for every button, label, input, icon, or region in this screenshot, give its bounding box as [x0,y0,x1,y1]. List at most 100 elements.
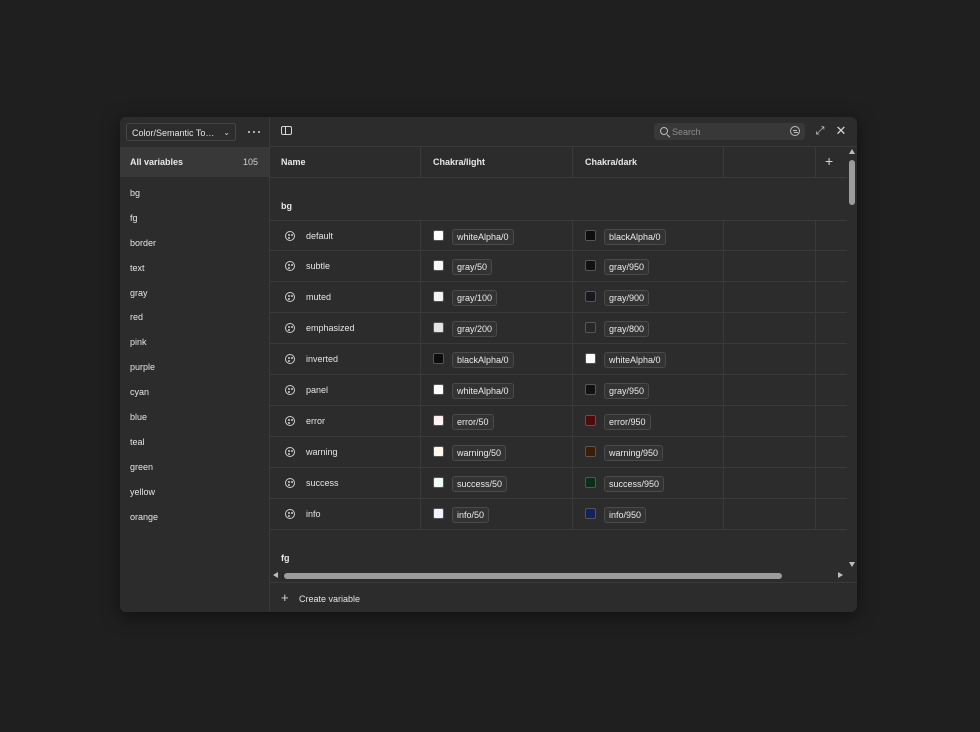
table-row[interactable]: inverted blackAlpha/0 whiteAlpha/0 [269,344,847,375]
sidebar-item-orange[interactable]: orange [120,505,269,530]
alias-chip[interactable]: success/950 [604,476,665,492]
alias-chip[interactable]: whiteAlpha/0 [452,383,514,399]
alias-chip[interactable]: gray/950 [604,259,650,275]
table-row[interactable]: warning warning/50 warning/950 [269,437,847,468]
alias-chip[interactable]: gray/100 [452,290,498,306]
cell-light-value[interactable]: whiteAlpha/0 [421,375,573,405]
more-options-icon[interactable] [246,124,262,140]
variable-name: warning [306,447,338,457]
cell-dark-value[interactable]: error/950 [573,406,724,436]
alias-chip[interactable]: whiteAlpha/0 [604,352,666,368]
cell-dark-value[interactable]: gray/950 [573,251,724,281]
sidebar-item-gray[interactable]: gray [120,281,269,306]
table-row[interactable]: info info/50 info/950 [269,499,847,530]
scroll-up-arrow-icon[interactable] [849,149,855,154]
table-row[interactable]: muted gray/100 gray/900 [269,282,847,313]
alias-chip[interactable]: gray/200 [452,321,498,337]
cell-dark-value[interactable]: warning/950 [573,437,724,467]
cell-empty [724,406,816,436]
sidebar-item-pink[interactable]: pink [120,330,269,355]
cell-name[interactable]: warning [269,437,421,467]
add-mode-icon[interactable]: + [825,154,837,168]
alias-chip[interactable]: whiteAlpha/0 [452,229,514,245]
cell-light-value[interactable]: error/50 [421,406,573,436]
table-row[interactable]: subtle gray/50 gray/950 [269,251,847,282]
sidebar-item-blue[interactable]: blue [120,405,269,430]
alias-chip[interactable]: gray/800 [604,321,650,337]
scroll-right-arrow-icon[interactable] [838,572,843,578]
cell-light-value[interactable]: gray/200 [421,313,573,343]
sidebar-item-border[interactable]: border [120,231,269,256]
expand-icon[interactable]: ⤢ [814,125,826,137]
alias-chip[interactable]: warning/950 [604,445,664,461]
close-icon[interactable]: ✕ [835,124,847,137]
sidebar-item-fg[interactable]: fg [120,206,269,231]
sidebar-item-red[interactable]: red [120,305,269,330]
cell-name[interactable]: subtle [269,251,421,281]
cell-dark-value[interactable]: success/950 [573,468,724,498]
table-row[interactable]: default whiteAlpha/0 blackAlpha/0 [269,220,847,251]
table-row[interactable]: error error/50 error/950 [269,406,847,437]
filter-icon[interactable] [790,126,800,136]
cell-name[interactable]: default [269,221,421,251]
table-row[interactable]: emphasized gray/200 gray/800 [269,313,847,344]
alias-chip[interactable]: success/50 [452,476,508,492]
sidebar-item-green[interactable]: green [120,455,269,480]
cell-name[interactable]: inverted [269,344,421,374]
sidebar-item-text[interactable]: text [120,256,269,281]
sidebar-item-purple[interactable]: purple [120,355,269,380]
search-box[interactable] [654,123,805,140]
cell-light-value[interactable]: warning/50 [421,437,573,467]
sidebar-item-yellow[interactable]: yellow [120,480,269,505]
palette-icon [285,231,295,241]
cell-light-value[interactable]: success/50 [421,468,573,498]
scroll-left-arrow-icon[interactable] [273,572,278,578]
alias-chip[interactable]: gray/900 [604,290,650,306]
palette-icon [285,323,295,333]
color-swatch [433,415,444,426]
table-row[interactable]: panel whiteAlpha/0 gray/950 [269,375,847,406]
sidebar-item-all-variables[interactable]: All variables 105 [120,147,269,177]
sidebar-item-teal[interactable]: teal [120,430,269,455]
cell-name[interactable]: info [269,499,421,529]
color-swatch [585,260,596,271]
sidebar-item-cyan[interactable]: cyan [120,380,269,405]
create-variable-button[interactable]: + Create variable [281,583,360,612]
plus-icon: + [281,590,289,605]
alias-chip[interactable]: warning/50 [452,445,507,461]
cell-name[interactable]: success [269,468,421,498]
cell-dark-value[interactable]: info/950 [573,499,724,529]
horizontal-scrollbar[interactable] [284,573,782,579]
header-mode-dark[interactable]: Chakra/dark [573,147,724,177]
sidebar-item-bg[interactable]: bg [120,181,269,206]
alias-chip[interactable]: info/50 [452,507,490,523]
search-input[interactable] [672,123,782,140]
cell-dark-value[interactable]: blackAlpha/0 [573,221,724,251]
cell-light-value[interactable]: gray/100 [421,282,573,312]
header-mode-light[interactable]: Chakra/light [421,147,573,177]
cell-light-value[interactable]: blackAlpha/0 [421,344,573,374]
cell-dark-value[interactable]: whiteAlpha/0 [573,344,724,374]
alias-chip[interactable]: error/50 [452,414,494,430]
vertical-scrollbar[interactable] [849,160,855,205]
cell-dark-value[interactable]: gray/800 [573,313,724,343]
cell-name[interactable]: emphasized [269,313,421,343]
cell-name[interactable]: error [269,406,421,436]
cell-dark-value[interactable]: gray/900 [573,282,724,312]
collection-dropdown[interactable]: Color/Semantic Tokens ⌄ [126,123,236,141]
alias-chip[interactable]: gray/50 [452,259,493,275]
cell-name[interactable]: panel [269,375,421,405]
cell-name[interactable]: muted [269,282,421,312]
scroll-down-arrow-icon[interactable] [849,562,855,567]
alias-chip[interactable]: blackAlpha/0 [604,229,666,245]
cell-light-value[interactable]: info/50 [421,499,573,529]
cell-light-value[interactable]: gray/50 [421,251,573,281]
cell-light-value[interactable]: whiteAlpha/0 [421,221,573,251]
sidebar-toggle-icon[interactable] [281,126,292,135]
alias-chip[interactable]: info/950 [604,507,647,523]
alias-chip[interactable]: gray/950 [604,383,650,399]
alias-chip[interactable]: error/950 [604,414,651,430]
cell-dark-value[interactable]: gray/950 [573,375,724,405]
table-row[interactable]: success success/50 success/950 [269,468,847,499]
alias-chip[interactable]: blackAlpha/0 [452,352,514,368]
